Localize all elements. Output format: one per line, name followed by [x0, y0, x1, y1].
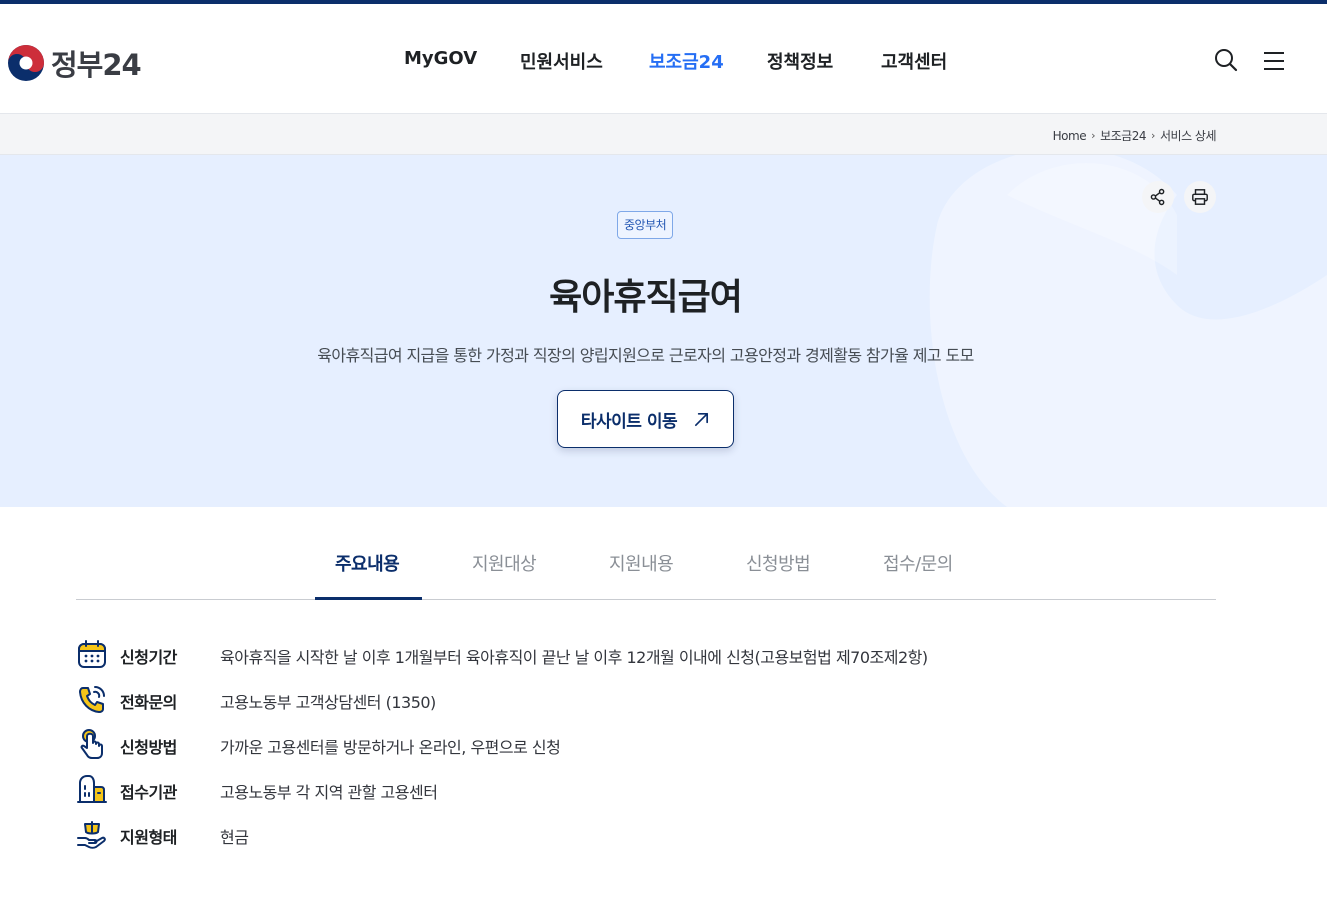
list-item: 지원형태 현금 — [76, 818, 249, 850]
tab-summary[interactable]: 주요내용 — [335, 550, 400, 576]
list-item: 접수기관 고용노동부 각 지역 관할 고용센터 — [76, 773, 438, 805]
summary-value: 현금 — [220, 828, 249, 847]
nav-item-civil-services[interactable]: 민원서비스 — [520, 48, 603, 74]
tabs-divider — [76, 599, 1216, 600]
nav-item-mygov[interactable]: MyGOV — [404, 48, 477, 69]
share-icon[interactable] — [1142, 181, 1174, 213]
summary-value: 가까운 고용센터를 방문하거나 온라인, 우편으로 신청 — [220, 738, 561, 757]
background-emblem-decoration — [929, 155, 1327, 507]
main-nav: MyGOV 민원서비스 보조금24 정책정보 고객센터 — [0, 4, 1327, 114]
list-item: 전화문의 고용노동부 고객상담센터 (1350) — [76, 683, 436, 715]
arrow-up-right-icon — [695, 412, 709, 426]
summary-label: 전화문의 — [120, 693, 177, 712]
summary-label: 지원형태 — [120, 828, 177, 847]
money-hand-icon — [77, 821, 106, 849]
list-item: 신청방법 가까운 고용센터를 방문하거나 온라인, 우편으로 신청 — [76, 728, 561, 760]
service-description: 육아휴직급여 지급을 통한 가정과 직장의 양립지원으로 근로자의 고용안정과 … — [317, 346, 974, 365]
search-icon[interactable] — [1212, 46, 1240, 74]
breadcrumb-home[interactable]: Home — [1053, 129, 1087, 143]
summary-value: 고용노동부 각 지역 관할 고용센터 — [220, 783, 438, 802]
building-icon — [77, 775, 107, 803]
breadcrumb-subsidy24[interactable]: 보조금24 — [1100, 127, 1146, 144]
nav-item-subsidy24[interactable]: 보조금24 — [649, 48, 724, 74]
nav-item-customer-center[interactable]: 고객센터 — [881, 48, 947, 74]
breadcrumb-current: 서비스 상세 — [1159, 129, 1217, 143]
tab-contact[interactable]: 접수/문의 — [883, 550, 953, 576]
active-tab-indicator — [315, 597, 422, 600]
summary-value: 육아휴직을 시작한 날 이후 1개월부터 육아휴직이 끝난 날 이후 12개월 … — [220, 648, 928, 667]
site-header: 정부24 MyGOV 민원서비스 보조금24 정책정보 고객센터 — [0, 4, 1327, 114]
chevron-right-icon: › — [1091, 129, 1096, 142]
tab-eligibility[interactable]: 지원대상 — [472, 550, 537, 576]
tab-benefits[interactable]: 지원내용 — [609, 550, 674, 576]
external-site-button[interactable]: 타사이트 이동 — [557, 390, 734, 448]
detail-tabs: 주요내용 지원대상 지원내용 신청방법 접수/문의 — [0, 507, 1327, 600]
summary-value: 고용노동부 고객상담센터 (1350) — [220, 693, 436, 712]
service-hero: 중앙부처 육아휴직급여 육아휴직급여 지급을 통한 가정과 직장의 양립지원으로… — [0, 155, 1327, 507]
menu-icon[interactable] — [1260, 46, 1288, 74]
list-item: 신청기간 육아휴직을 시작한 날 이후 1개월부터 육아휴직이 끝난 날 이후 … — [76, 638, 928, 670]
summary-label: 신청방법 — [120, 738, 177, 757]
external-site-button-label: 타사이트 이동 — [580, 411, 678, 432]
chevron-right-icon: › — [1151, 129, 1155, 142]
summary-label: 신청기간 — [120, 648, 177, 667]
hero-actions — [1142, 181, 1216, 213]
print-icon[interactable] — [1184, 181, 1216, 213]
service-title: 육아휴직급여 — [549, 277, 743, 318]
summary-label: 접수기관 — [120, 783, 177, 802]
phone-icon — [79, 686, 105, 713]
tap-hand-icon — [80, 729, 103, 759]
breadcrumb: Home › 보조금24 › 서비스 상세 — [1053, 127, 1217, 144]
nav-item-policy-info[interactable]: 정책정보 — [767, 48, 833, 74]
calendar-icon — [78, 640, 106, 668]
breadcrumb-bar: Home › 보조금24 › 서비스 상세 — [0, 114, 1327, 155]
tab-how-to-apply[interactable]: 신청방법 — [746, 550, 811, 576]
agency-type-badge: 중앙부처 — [617, 211, 674, 239]
